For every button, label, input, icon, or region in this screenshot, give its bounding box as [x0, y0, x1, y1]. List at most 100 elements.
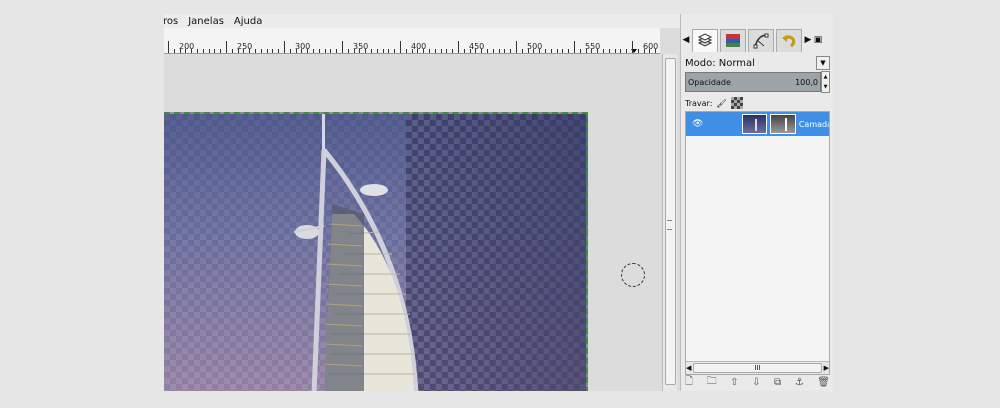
duplicate-layer-icon[interactable]: ⧉ [774, 377, 781, 388]
dock-menu-icon[interactable]: ▣ [813, 35, 823, 45]
ruler-tick [231, 49, 233, 53]
ruler-tick [481, 49, 483, 53]
undo-history-icon [782, 34, 796, 47]
menu-item-windows[interactable]: Janelas [188, 16, 224, 27]
ruler-tick [347, 49, 349, 53]
spin-down-icon[interactable]: ▼ [824, 84, 828, 90]
ruler-tick [568, 49, 570, 53]
lock-pixels-icon[interactable]: 🖌 [716, 99, 726, 108]
ruler-tick [173, 49, 175, 53]
burj-al-arab-photo [293, 114, 419, 391]
layers-horizontal-scrollbar[interactable]: ◀ III ▶ [686, 361, 829, 374]
dock-tabs: ◀ ▶ ▣ [681, 28, 833, 52]
ruler-tick [278, 49, 280, 53]
delete-layer-icon[interactable]: 🗑 [817, 377, 830, 388]
layer-mask-thumbnail[interactable] [770, 114, 796, 134]
new-layer-icon[interactable]: 🗋 [685, 374, 693, 391]
ruler-tick [168, 41, 169, 53]
paths-icon [753, 33, 769, 48]
ruler-tick [510, 49, 512, 53]
layer-name[interactable]: Camada [799, 120, 829, 129]
lower-layer-icon[interactable]: ⇩ [752, 377, 760, 388]
ruler-tick [643, 49, 645, 53]
ruler-tick [655, 49, 657, 53]
ruler-tick [324, 49, 326, 53]
vertical-scrollbar[interactable] [662, 54, 677, 391]
ruler-tick [632, 41, 633, 53]
tabs-right-arrow-icon[interactable]: ▶ [803, 35, 813, 45]
ruler-tick [353, 49, 355, 53]
ruler-tick [579, 49, 581, 53]
ruler-tick [208, 49, 210, 53]
ruler-tick [260, 49, 262, 53]
raise-layer-icon[interactable]: ⇧ [730, 377, 738, 388]
ruler-tick [556, 49, 558, 53]
horizontal-ruler: 200 250 300 350 400 450 500 550 600 [164, 28, 660, 54]
ruler-tick [562, 49, 564, 53]
tab-layers[interactable] [692, 28, 718, 52]
opacity-spinner[interactable]: ▲ ▼ [821, 71, 830, 93]
brush-outline-cursor [621, 263, 645, 287]
tab-paths[interactable] [748, 28, 774, 52]
lock-alpha-icon[interactable] [730, 97, 743, 109]
ruler-tick [475, 49, 477, 53]
ruler-tick [574, 41, 575, 53]
ruler-tick [382, 49, 384, 53]
ruler-tick [440, 49, 442, 53]
ruler-tick [202, 49, 204, 53]
ruler-tick [463, 49, 465, 53]
anchor-icon[interactable]: ⚓ [795, 377, 804, 388]
chevron-down-icon[interactable]: ▼ [816, 56, 830, 70]
ruler-tick [295, 49, 297, 53]
ruler-tick [359, 49, 361, 53]
ruler-tick [266, 49, 268, 53]
layer-group-icon[interactable]: 🗀 [707, 374, 717, 391]
scroll-right-icon[interactable]: ▶ [824, 364, 829, 372]
opacity-control[interactable]: Opacidade 100,0 ▲ ▼ [685, 71, 830, 93]
gimp-window: ros Janelas Ajuda 200 250 300 350 400 45… [164, 14, 833, 391]
tab-undo-history[interactable] [776, 28, 802, 52]
tab-channels[interactable] [720, 28, 746, 52]
menu-item-help[interactable]: Ajuda [234, 16, 262, 27]
ruler-tick [434, 49, 436, 53]
ruler-tick [417, 49, 419, 53]
ruler-tick [289, 49, 291, 53]
mode-selector[interactable]: Modo: Normal ▼ [685, 56, 830, 70]
ruler-tick [400, 41, 401, 53]
visibility-eye-icon[interactable]: 👁 [692, 119, 707, 129]
ruler-tick [504, 49, 506, 53]
ruler-tick [452, 49, 454, 53]
ruler-tick [487, 49, 488, 53]
layers-dock: ◀ ▶ ▣ Modo: Normal ▼ Opacidade 100,0 ▲ ▼… [680, 14, 833, 391]
ruler-tick [365, 49, 367, 53]
ruler-tick [539, 49, 541, 53]
layer-action-bar: 🗋 🗀 ⇧ ⇩ ⧉ ⚓ 🗑 [685, 375, 830, 389]
ruler-tick [585, 49, 587, 53]
ruler-tick [243, 49, 245, 53]
layer-thumbnail [741, 114, 768, 134]
ruler-tick [313, 49, 314, 53]
ruler-tick [272, 49, 274, 53]
layer-row[interactable]: 👁 Camada [686, 112, 829, 136]
layer-image[interactable] [164, 112, 588, 391]
lock-label: Travar: [685, 98, 713, 108]
ruler-tick [614, 49, 616, 53]
ruler-tick [301, 49, 303, 53]
tabs-left-arrow-icon[interactable]: ◀ [681, 35, 691, 45]
ruler-tick [371, 49, 372, 53]
image-canvas[interactable] [164, 54, 660, 391]
opacity-label: Opacidade [688, 77, 731, 87]
spin-up-icon[interactable]: ▲ [824, 74, 828, 80]
ruler-tick [179, 49, 181, 53]
layers-list: 👁 Camada ◀ III ▶ [685, 111, 830, 375]
opacity-slider[interactable]: Opacidade 100,0 [685, 72, 821, 92]
ruler-tick [197, 49, 198, 53]
mode-label: Modo: Normal [685, 57, 755, 69]
channels-icon [726, 33, 740, 47]
menu-item-filters[interactable]: ros [164, 16, 178, 27]
ruler-tick [458, 41, 459, 53]
ruler-tick [469, 49, 471, 53]
scroll-left-icon[interactable]: ◀ [686, 364, 691, 372]
scrollbar-thumb[interactable]: III [693, 363, 822, 373]
ruler-tick [492, 49, 494, 53]
